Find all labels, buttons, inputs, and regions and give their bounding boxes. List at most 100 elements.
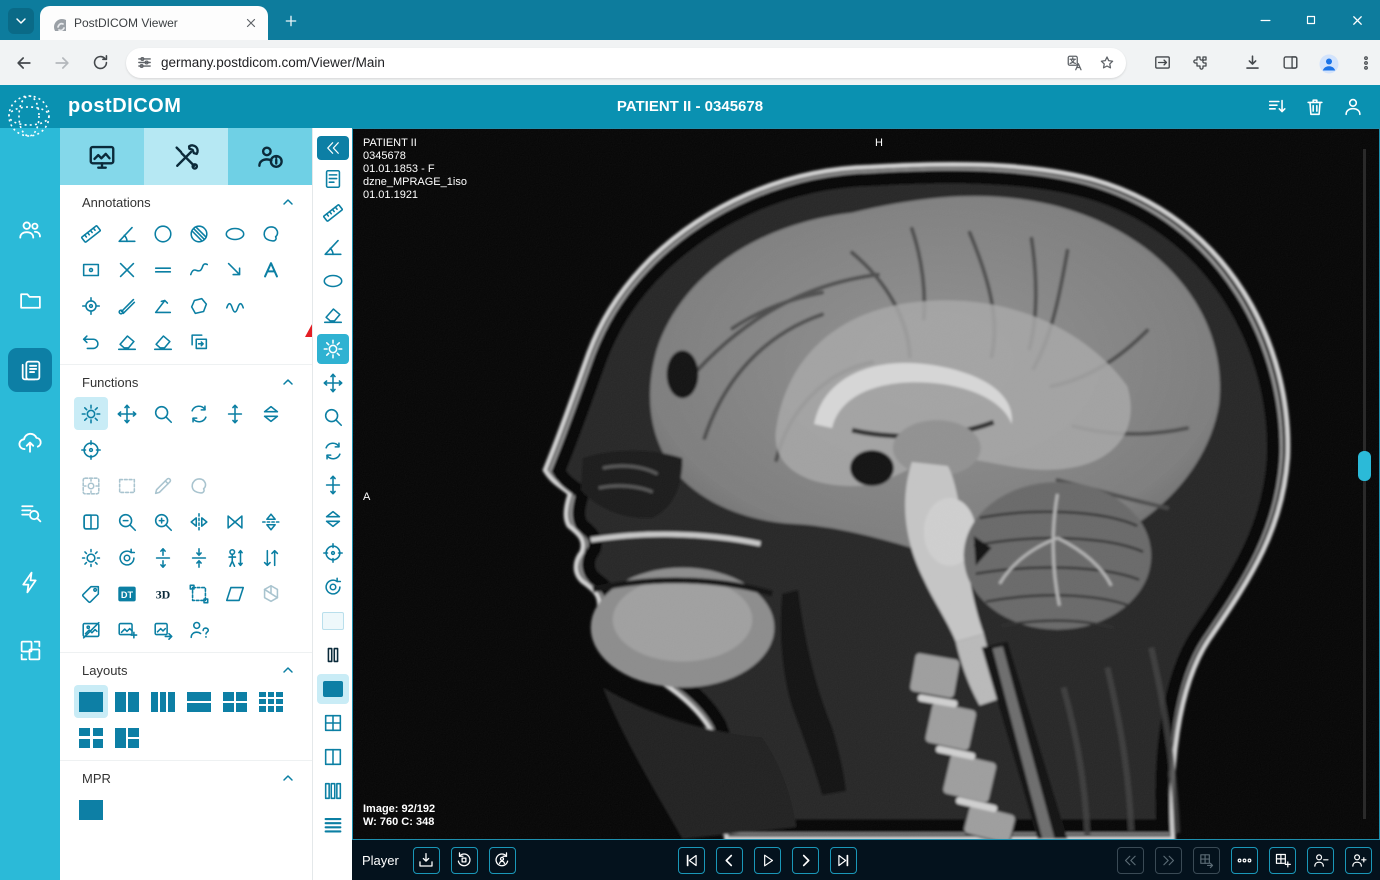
grid-2x2-icon[interactable] bbox=[317, 708, 349, 738]
ellipse-roi-icon[interactable] bbox=[218, 217, 252, 250]
rectangle-roi-icon[interactable] bbox=[74, 253, 108, 286]
extensions-puzzle-icon[interactable] bbox=[1186, 49, 1214, 77]
next-series-button[interactable] bbox=[1155, 846, 1182, 874]
side-panel-icon[interactable] bbox=[1276, 49, 1304, 77]
render-3d-button[interactable]: 3D bbox=[146, 577, 180, 610]
site-settings-icon[interactable] bbox=[136, 54, 153, 71]
flip-horizontal-icon[interactable] bbox=[182, 505, 216, 538]
eraser-icon[interactable] bbox=[110, 325, 144, 358]
delete-icon[interactable] bbox=[1300, 92, 1330, 122]
export-grid-button[interactable] bbox=[1193, 846, 1220, 874]
sidebar-item-cloud-upload[interactable] bbox=[8, 420, 52, 464]
add-image-icon[interactable] bbox=[110, 613, 144, 646]
text-annotation-icon[interactable] bbox=[254, 253, 288, 286]
stack-scrollbar-thumb[interactable] bbox=[1358, 451, 1371, 481]
pause-icon[interactable] bbox=[317, 640, 349, 670]
tab-viewer-display[interactable] bbox=[60, 128, 144, 185]
address-bar[interactable]: germany.postdicom.com/Viewer/Main bbox=[126, 47, 1126, 78]
grid-1x2-icon[interactable] bbox=[317, 742, 349, 772]
select-region-icon[interactable] bbox=[182, 577, 216, 610]
length-ruler-icon[interactable] bbox=[317, 198, 349, 228]
clear-annotations-icon[interactable] bbox=[146, 325, 180, 358]
pan-icon[interactable] bbox=[110, 397, 144, 430]
last-image-button[interactable] bbox=[830, 846, 858, 874]
chevron-up-icon[interactable] bbox=[280, 374, 296, 390]
collapse-vertical-icon[interactable] bbox=[182, 541, 216, 574]
mirror-icon[interactable] bbox=[218, 505, 252, 538]
layout-1-plus-2-icon[interactable] bbox=[110, 721, 144, 754]
expand-vertical-icon[interactable] bbox=[146, 541, 180, 574]
invert-icon[interactable] bbox=[74, 505, 108, 538]
window-level-icon[interactable] bbox=[74, 397, 108, 430]
play-button[interactable] bbox=[754, 846, 782, 874]
layout-1x2-icon[interactable] bbox=[110, 685, 144, 718]
cross-marker-icon[interactable] bbox=[110, 253, 144, 286]
reload-button[interactable] bbox=[86, 49, 114, 77]
segment-icon[interactable] bbox=[182, 469, 216, 502]
spline-icon[interactable] bbox=[218, 289, 252, 322]
layout-2x2-icon[interactable] bbox=[218, 685, 252, 718]
translate-icon[interactable] bbox=[1066, 54, 1084, 72]
tab-tools[interactable] bbox=[144, 128, 228, 185]
patient-lookup-icon[interactable] bbox=[182, 613, 216, 646]
circle-roi-icon[interactable] bbox=[146, 217, 180, 250]
draw-icon[interactable] bbox=[146, 469, 180, 502]
next-image-button[interactable] bbox=[792, 846, 820, 874]
window-maximize-button[interactable] bbox=[1296, 8, 1326, 32]
chevron-up-icon[interactable] bbox=[280, 194, 296, 210]
stack-scroll-icon[interactable] bbox=[254, 397, 288, 430]
rotate-icon[interactable] bbox=[182, 397, 216, 430]
arrow-annotation-icon[interactable] bbox=[218, 253, 252, 286]
window-close-button[interactable] bbox=[1342, 8, 1372, 32]
oblique-icon[interactable] bbox=[218, 577, 252, 610]
window-minimize-button[interactable] bbox=[1250, 8, 1280, 32]
rotate-3d-icon[interactable] bbox=[317, 572, 349, 602]
grid-columns-icon[interactable] bbox=[317, 776, 349, 806]
length-ruler-icon[interactable] bbox=[74, 217, 108, 250]
add-viewport-button[interactable] bbox=[1269, 846, 1296, 874]
flip-vertical-icon[interactable] bbox=[254, 505, 288, 538]
point-marker-icon[interactable] bbox=[74, 289, 108, 322]
sidebar-item-studies[interactable] bbox=[8, 348, 52, 392]
export-button[interactable] bbox=[412, 846, 440, 874]
ellipse-roi-icon[interactable] bbox=[317, 266, 349, 296]
layout-3x3-icon[interactable] bbox=[254, 685, 288, 718]
first-image-button[interactable] bbox=[678, 846, 706, 874]
rotate-ccw-button[interactable] bbox=[450, 846, 478, 874]
window-preset-icon[interactable] bbox=[74, 469, 108, 502]
bookmark-star-icon[interactable] bbox=[1098, 54, 1116, 72]
rotate-ccw-settings-icon[interactable] bbox=[74, 541, 108, 574]
angle-icon[interactable] bbox=[110, 217, 144, 250]
probe-icon[interactable] bbox=[110, 289, 144, 322]
image-viewport[interactable]: PATIENT II 0345678 01.01.1853 - F dzne_M… bbox=[352, 128, 1380, 840]
stack-scroll-icon[interactable] bbox=[317, 504, 349, 534]
dicom-tags-button[interactable]: DT bbox=[110, 577, 144, 610]
pan-icon[interactable] bbox=[317, 368, 349, 398]
new-tab-button[interactable] bbox=[280, 10, 302, 32]
url-text[interactable]: germany.postdicom.com/Viewer/Main bbox=[161, 55, 1066, 70]
fullscreen-icon[interactable] bbox=[1148, 49, 1176, 77]
collapse-panel-icon[interactable] bbox=[316, 136, 349, 160]
shaded-circle-roi-icon[interactable] bbox=[182, 217, 216, 250]
sidebar-item-quick-actions[interactable] bbox=[8, 560, 52, 604]
browser-tab[interactable]: PostDICOM Viewer bbox=[40, 6, 268, 40]
previous-image-button[interactable] bbox=[716, 846, 744, 874]
angle-icon[interactable] bbox=[317, 232, 349, 262]
resize-icon[interactable] bbox=[218, 397, 252, 430]
back-button[interactable] bbox=[10, 49, 38, 77]
section-functions-header[interactable]: Functions bbox=[60, 364, 312, 393]
rotate-cw-button[interactable] bbox=[488, 846, 516, 874]
localizer-icon[interactable] bbox=[74, 433, 108, 466]
tag-icon[interactable] bbox=[74, 577, 108, 610]
closed-polygon-icon[interactable] bbox=[182, 289, 216, 322]
zoom-in-icon[interactable] bbox=[146, 505, 180, 538]
undo-icon[interactable] bbox=[74, 325, 108, 358]
magnify-icon[interactable] bbox=[317, 402, 349, 432]
swap-stack-icon[interactable] bbox=[254, 541, 288, 574]
remove-user-button[interactable] bbox=[1307, 846, 1334, 874]
section-mpr-header[interactable]: MPR bbox=[60, 760, 312, 789]
sidebar-item-search-list[interactable] bbox=[8, 490, 52, 534]
sidebar-item-folders[interactable] bbox=[8, 278, 52, 322]
layout-2x2-grid-icon[interactable] bbox=[74, 721, 108, 754]
tab-patient-info[interactable] bbox=[228, 128, 312, 185]
